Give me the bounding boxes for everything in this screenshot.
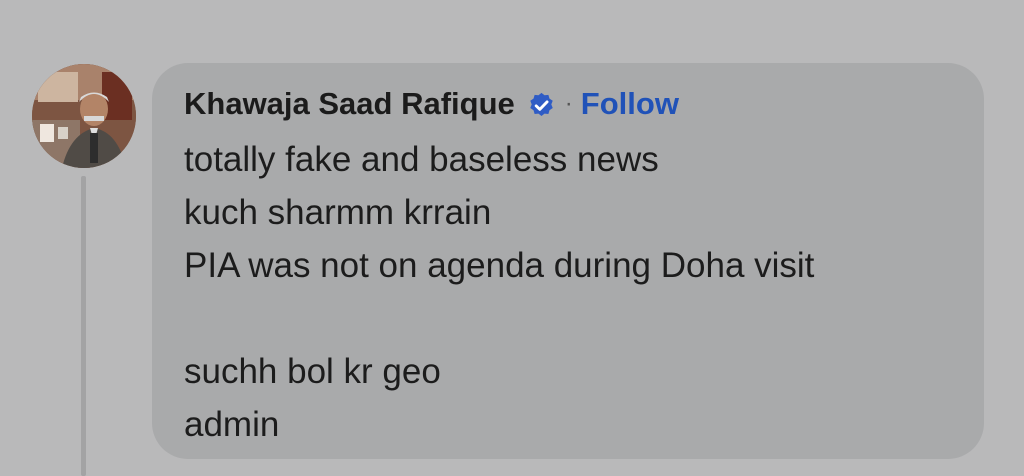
comment-line-blank: [184, 292, 964, 345]
thread-line: [81, 176, 86, 476]
comment-text: totally fake and baseless news kuch shar…: [184, 133, 964, 451]
previous-comment-cutoff: [80, 0, 290, 6]
comment-line: PIA was not on agenda during Doha visit: [184, 246, 815, 285]
avatar[interactable]: [32, 64, 136, 168]
comment-line: admin: [184, 405, 280, 444]
comment-line: kuch sharmm krrain: [184, 193, 492, 232]
verified-badge-icon: [530, 92, 553, 116]
comment-author-name[interactable]: Khawaja Saad Rafique: [184, 86, 515, 122]
follow-button[interactable]: Follow: [581, 86, 679, 122]
separator-dot: ·: [564, 90, 573, 117]
comment-header: Khawaja Saad Rafique · Follow: [184, 84, 679, 124]
comment-line: totally fake and baseless news: [184, 140, 659, 179]
comment-line: suchh bol kr geo: [184, 352, 441, 391]
